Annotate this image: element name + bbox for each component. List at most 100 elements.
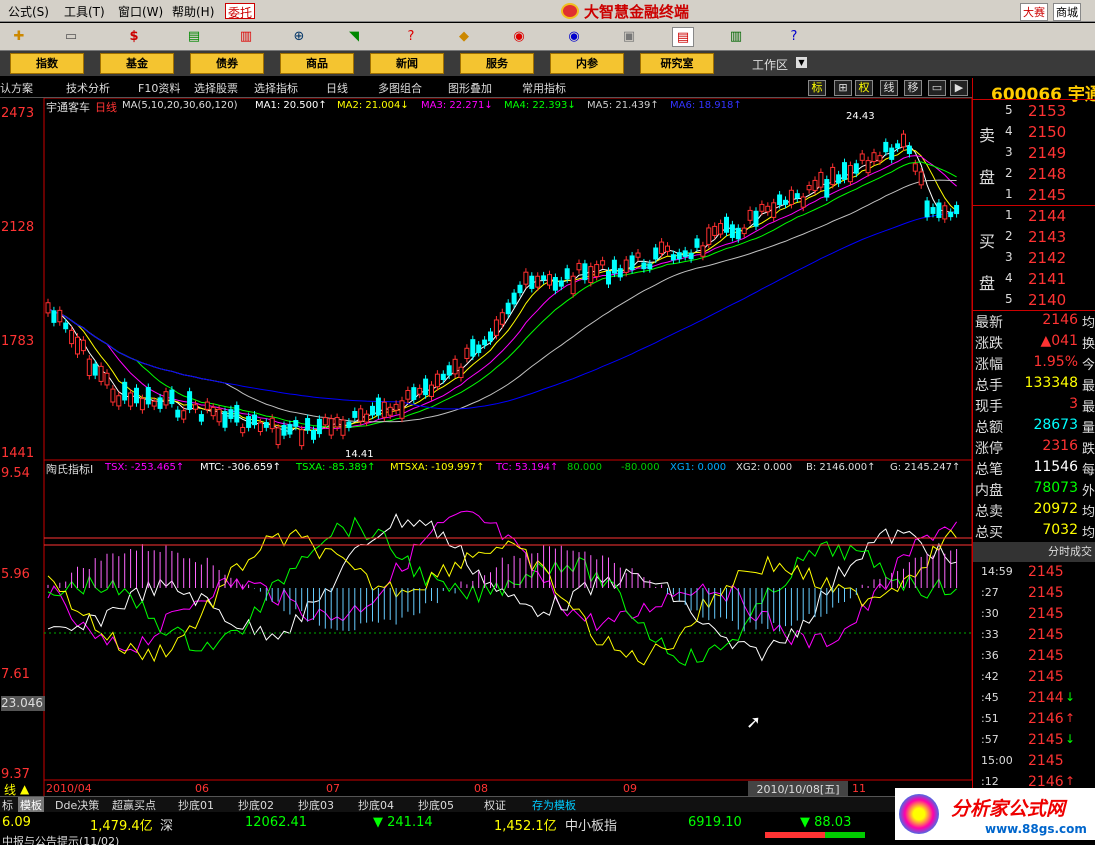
next-icon[interactable]: ▶ (950, 80, 968, 96)
tab-template[interactable]: 模板 (18, 797, 44, 812)
nav-fund[interactable]: 基金 (100, 53, 174, 74)
func-multi-chart[interactable]: 多图组合 (378, 80, 422, 96)
func-overlay[interactable]: 图形叠加 (448, 80, 492, 96)
nav-service[interactable]: 服务 (460, 53, 534, 74)
func-f10[interactable]: F10资料 (138, 80, 180, 96)
tab-warrant[interactable]: 权证 (484, 797, 506, 812)
binoculars-icon[interactable]: ⊕ (288, 27, 310, 47)
func-tech-analysis[interactable]: 技术分析 (66, 80, 110, 96)
toggle-rights[interactable]: 权 (855, 80, 873, 96)
func-scheme[interactable]: 认方案 (0, 80, 33, 96)
stat-label: 涨幅 (975, 357, 1003, 373)
tab-dde[interactable]: Dde决策 (55, 797, 99, 812)
dollar-icon[interactable]: $ (123, 27, 145, 47)
printer-icon[interactable]: ▣ (618, 27, 640, 47)
buy-level-row[interactable]: 4 2141 (973, 269, 1095, 290)
stat-value: 1.95% (1033, 354, 1078, 370)
sell-level-row[interactable]: 1 2145 (973, 185, 1095, 206)
candle-body (269, 417, 275, 430)
announce-icon[interactable]: ◥ (343, 27, 365, 47)
tab-buypoint[interactable]: 超赢买点 (112, 797, 156, 812)
candle-body (906, 145, 912, 155)
toggle-move[interactable]: 移 (904, 80, 922, 96)
candle-body (842, 162, 847, 180)
tab-bottom05[interactable]: 抄底05 (418, 797, 454, 812)
tab-bottom02[interactable]: 抄底02 (238, 797, 274, 812)
candle-body (175, 409, 181, 418)
ruler-icon[interactable]: ▭ (60, 27, 82, 47)
globe-red-icon[interactable]: ◉ (508, 27, 530, 47)
candle-body (747, 209, 753, 221)
candle-body (682, 250, 688, 257)
nav-bond[interactable]: 债券 (190, 53, 264, 74)
candle-body (263, 422, 269, 428)
sell-level-row[interactable]: 4 2150 (973, 122, 1095, 143)
tab-bottom04[interactable]: 抄底04 (358, 797, 394, 812)
globe-blue-icon[interactable]: ◉ (563, 27, 585, 47)
entrust-button[interactable]: 委托 (225, 3, 255, 20)
func-select-indicator[interactable]: 选择指标 (254, 80, 298, 96)
bar-chart-icon[interactable]: ▥ (235, 27, 257, 47)
minimize-icon[interactable]: ▭ (928, 80, 946, 96)
window-icon[interactable]: ▤ (672, 27, 694, 47)
stat-value: 11546 (1033, 459, 1078, 475)
nav-commodity[interactable]: 商品 (280, 53, 354, 74)
y-tick-indicator: 7.61 (1, 667, 30, 682)
nav-news[interactable]: 新闻 (370, 53, 444, 74)
y-tick-main: 2473 (1, 106, 35, 121)
nav-insider[interactable]: 内参 (550, 53, 624, 74)
contest-button[interactable]: 大赛 (1020, 3, 1048, 21)
candle-body (452, 358, 458, 375)
workarea-dropdown-icon[interactable]: ▼ (796, 57, 807, 68)
crosshair-icon[interactable]: ✚ (8, 27, 30, 47)
menu-window[interactable]: 窗口(W) (118, 3, 163, 20)
sell-level-row[interactable]: 5 2153 (973, 101, 1095, 122)
func-select-stock[interactable]: 选择股票 (194, 80, 238, 96)
indicator-histogram (47, 544, 958, 632)
func-common-indicator[interactable]: 常用指标 (522, 80, 566, 96)
nav-research[interactable]: 研究室 (640, 53, 714, 74)
toggle-line[interactable]: 线 (880, 80, 898, 96)
diamond-icon[interactable]: ◆ (453, 27, 475, 47)
status-value: ▼ 241.14 (373, 815, 433, 830)
sell-level-row[interactable]: 2 2148 (973, 164, 1095, 185)
toggle-mark[interactable]: 标 (808, 80, 826, 96)
menu-help[interactable]: 帮助(H) (172, 3, 214, 20)
tab-save-template[interactable]: 存为模板 (532, 797, 576, 812)
candle-body (594, 264, 600, 278)
buy-level-row[interactable]: 5 2140 (973, 290, 1095, 311)
news-ticker[interactable]: 中报与公告提示(11/02) (2, 833, 119, 845)
stat-label: 总手 (975, 378, 1003, 394)
candle-body (871, 152, 877, 163)
tab-bottom03[interactable]: 抄底03 (298, 797, 334, 812)
menu-tools[interactable]: 工具(T) (64, 3, 105, 20)
buy-level-row[interactable]: 1 2144 (973, 206, 1095, 227)
candle-body (688, 252, 694, 260)
chart-area[interactable] (0, 98, 972, 797)
nav-index[interactable]: 指数 (10, 53, 84, 74)
candle-body (476, 344, 482, 354)
menu-bar: 公式(S) 工具(T) 窗口(W) 帮助(H) 委托 大智慧金融终端 大赛 商城 (0, 0, 1095, 22)
buy-level-row[interactable]: 3 2142 (973, 248, 1095, 269)
menu-formula[interactable]: 公式(S) (8, 3, 49, 20)
question-red-icon[interactable]: ? (400, 27, 422, 47)
stat-row: 现手 3 最 (973, 395, 1095, 416)
help-pointer-icon[interactable]: ? (783, 27, 805, 47)
candle-body (735, 227, 741, 240)
books-icon[interactable]: ▥ (725, 27, 747, 47)
ind-tsx: TSX: -253.465↑ (105, 462, 185, 473)
crosshair-toggle-icon[interactable]: ⊞ (834, 80, 852, 96)
mall-button[interactable]: 商城 (1053, 3, 1081, 21)
stat-tail: 今 (1081, 358, 1095, 373)
tab-mark[interactable]: 标 (2, 797, 13, 812)
tab-bottom01[interactable]: 抄底01 (178, 797, 214, 812)
tick-price: 2144 (1028, 690, 1064, 706)
stat-tail: 均 (1081, 505, 1095, 520)
sell-level-row[interactable]: 3 2149 (973, 143, 1095, 164)
period-label: 日线 (95, 101, 117, 114)
candle-body (606, 270, 611, 285)
func-daily[interactable]: 日线 (326, 80, 348, 96)
buy-level-row[interactable]: 2 2143 (973, 227, 1095, 248)
workarea-label[interactable]: 工作区 (752, 56, 788, 73)
money-icon[interactable]: ▤ (183, 27, 205, 47)
